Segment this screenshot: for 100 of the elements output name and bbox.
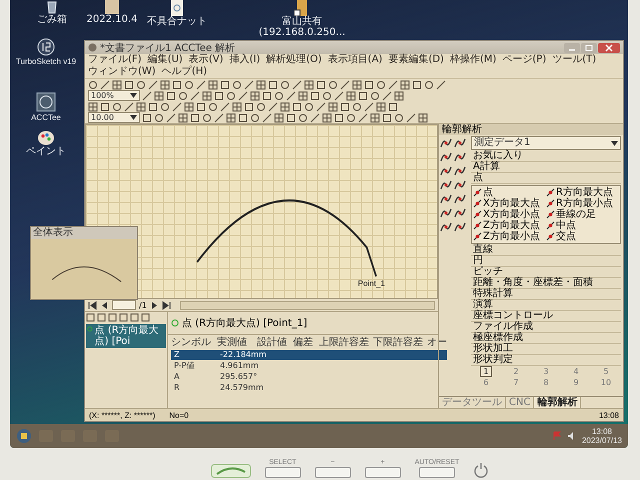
circle-icon[interactable] [298, 112, 308, 122]
square-icon[interactable] [244, 102, 254, 112]
circle-icon[interactable] [424, 80, 434, 90]
grid-icon[interactable] [88, 102, 98, 112]
zoom-dropdown[interactable]: 100% [88, 90, 140, 101]
element-item[interactable]: Z方向最大点 [473, 220, 546, 231]
menu-item[interactable]: 表示(V) [188, 54, 224, 66]
line-icon[interactable] [364, 102, 374, 112]
page-button[interactable]: 1 [480, 366, 492, 377]
element-item[interactable]: R方向最小点 [546, 198, 619, 209]
menu-item[interactable]: ウィンドウ(W) [88, 66, 156, 78]
grid-icon[interactable] [352, 80, 362, 90]
app-icon[interactable] [37, 38, 55, 56]
circle-icon[interactable] [184, 80, 194, 90]
app-icon[interactable] [36, 92, 56, 112]
square-icon[interactable] [100, 102, 110, 112]
circle-icon[interactable] [274, 90, 284, 100]
circle-icon[interactable] [250, 112, 260, 122]
curve-tool-icon[interactable] [440, 137, 452, 149]
square-icon[interactable] [214, 90, 224, 100]
function-item[interactable]: 形状加工 [471, 344, 621, 355]
circle-icon[interactable] [304, 102, 314, 112]
line-icon[interactable] [388, 80, 398, 90]
curve-tool-icon[interactable] [440, 221, 452, 233]
grid-icon[interactable] [202, 90, 212, 100]
grid-icon[interactable] [112, 80, 122, 90]
square-icon[interactable] [334, 112, 344, 122]
element-item[interactable]: Z方向最小点 [473, 231, 546, 242]
horizontal-scrollbar[interactable] [180, 300, 435, 310]
column-header[interactable]: シンボル [171, 337, 217, 349]
category-item[interactable]: 点 [471, 173, 621, 184]
table-row[interactable]: P-P値 4.961mm [171, 361, 447, 371]
grid-icon[interactable] [184, 102, 194, 112]
line-icon[interactable] [436, 80, 446, 90]
paint-palette-icon[interactable] [37, 130, 55, 146]
line-icon[interactable] [100, 80, 110, 90]
element-item[interactable]: X方向最小点 [473, 209, 546, 220]
line-icon[interactable] [196, 80, 206, 90]
line-icon[interactable] [172, 102, 182, 112]
line-icon[interactable] [190, 90, 200, 100]
circle-icon[interactable] [256, 102, 266, 112]
circle-icon[interactable] [352, 102, 362, 112]
grid-icon[interactable] [250, 90, 260, 100]
page-field[interactable] [112, 300, 136, 310]
line-icon[interactable] [262, 112, 272, 122]
table-row[interactable]: R 24.579mm [171, 383, 447, 393]
grid-icon[interactable] [154, 90, 164, 100]
circle-icon[interactable] [226, 90, 236, 100]
function-item[interactable]: 形状判定 [471, 355, 621, 366]
grid-icon[interactable] [136, 102, 146, 112]
element-item[interactable]: 交点 [546, 231, 619, 242]
circle-icon[interactable] [376, 80, 386, 90]
clock-time[interactable]: 13:08 [592, 427, 612, 436]
square-icon[interactable] [412, 80, 422, 90]
curve-tool-icon[interactable] [454, 151, 466, 163]
line-icon[interactable] [124, 102, 134, 112]
circle-icon[interactable] [322, 90, 332, 100]
square-icon[interactable] [190, 112, 200, 122]
grid-icon[interactable] [418, 112, 428, 122]
grid-icon[interactable] [256, 80, 266, 90]
grid-icon[interactable] [346, 90, 356, 100]
circle-icon[interactable] [346, 112, 356, 122]
curve-tool-icon[interactable] [440, 151, 452, 163]
point-label[interactable]: Point_1 [358, 279, 385, 288]
square-icon[interactable] [364, 80, 374, 90]
curve-tool-icon[interactable] [454, 221, 466, 233]
icon-label[interactable]: ごみ箱 [37, 14, 67, 25]
folder-icon[interactable] [294, 0, 310, 16]
grid-icon[interactable] [304, 80, 314, 90]
line-icon[interactable] [148, 80, 158, 90]
curve-tool-icon[interactable] [440, 165, 452, 177]
element-item[interactable]: 中点 [546, 220, 619, 231]
element-item[interactable]: 垂線の足 [546, 209, 619, 220]
function-item[interactable]: 極座標作成 [471, 333, 621, 344]
icon-label[interactable]: 不具合ナット [147, 16, 207, 27]
start-button[interactable] [16, 428, 32, 444]
square-icon[interactable] [382, 112, 392, 122]
grid-icon[interactable] [232, 102, 242, 112]
icon-label[interactable]: ペイント [26, 146, 66, 157]
monitor-button[interactable] [364, 467, 401, 478]
menu-item[interactable]: ツール(T) [552, 54, 596, 66]
square-icon[interactable] [142, 112, 152, 122]
icon-label[interactable]: (192.168.0.250... [258, 27, 346, 38]
square-icon[interactable] [310, 90, 320, 100]
drawing-canvas[interactable]: Point_1 [85, 124, 438, 299]
curve-tool-icon[interactable] [440, 207, 452, 219]
square-icon[interactable] [124, 80, 134, 90]
menu-item[interactable]: ファイル(F) [88, 54, 142, 66]
square-icon[interactable] [220, 80, 230, 90]
column-header[interactable]: 偏差 [293, 337, 319, 349]
line-icon[interactable] [292, 80, 302, 90]
curve-tool-icon[interactable] [454, 179, 466, 191]
square-icon[interactable] [262, 90, 272, 100]
square-icon[interactable] [238, 112, 248, 122]
element-item[interactable]: 点 [473, 187, 546, 198]
circle-icon[interactable] [328, 80, 338, 90]
element-item[interactable]: R方向最大点 [546, 187, 619, 198]
grid-icon[interactable] [298, 90, 308, 100]
scale-dropdown[interactable]: 10.00 [88, 112, 140, 123]
line-icon[interactable] [220, 102, 230, 112]
